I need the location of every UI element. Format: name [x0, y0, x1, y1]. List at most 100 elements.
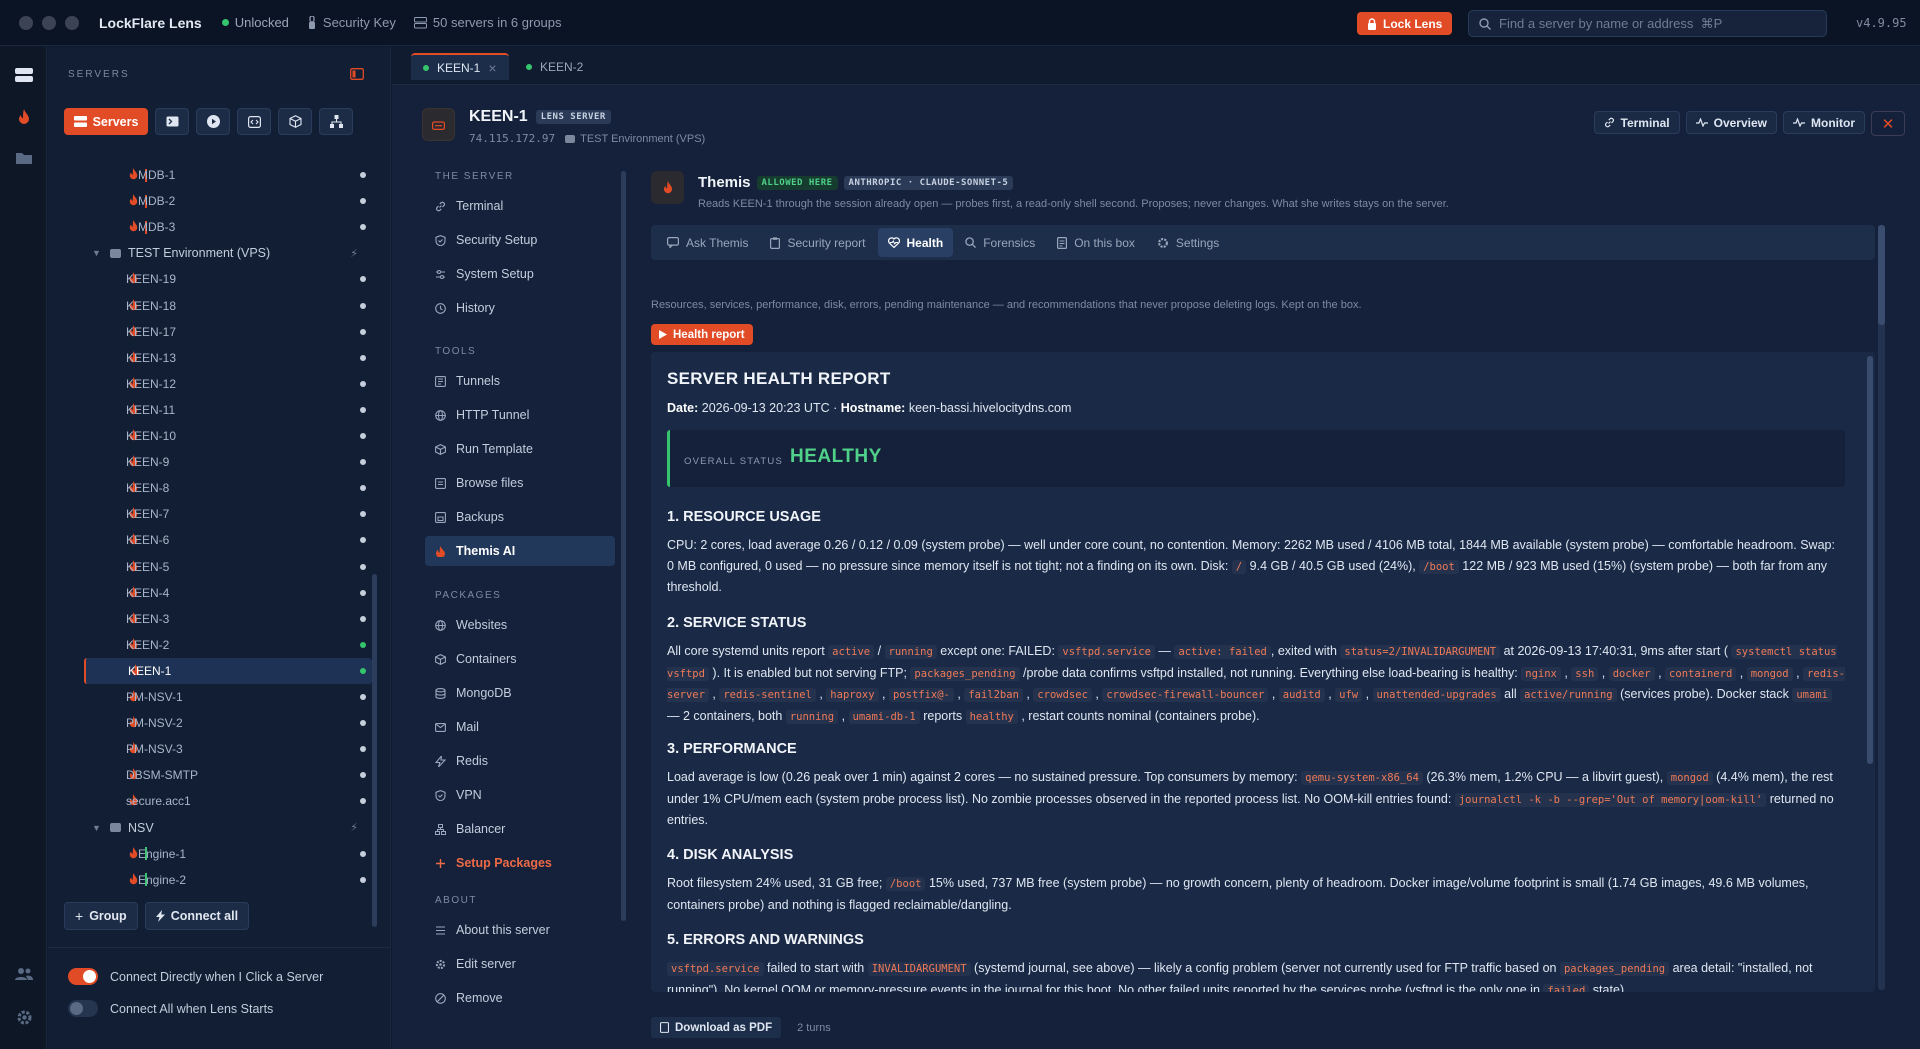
nav-item-history[interactable]: History [425, 293, 615, 323]
mode-code-button[interactable] [237, 108, 271, 135]
server-item-keen-11[interactable]: KEEN-11 [84, 397, 372, 423]
close-window-button[interactable] [19, 15, 33, 30]
tab-keen-1[interactable]: KEEN-1 × [411, 53, 509, 80]
sliders-icon [436, 269, 445, 279]
nav-item-browse-files[interactable]: Browse files [425, 468, 615, 498]
server-item-dbsm-smtp[interactable]: DBSM-SMTP [84, 762, 372, 788]
nav-item-terminal[interactable]: Terminal [425, 191, 615, 221]
connect-all-button[interactable]: Connect all [144, 902, 250, 930]
rail-files-button[interactable] [11, 145, 37, 171]
nav-item-balancer[interactable]: Balancer [425, 814, 615, 844]
bolt-icon[interactable]: ⚡ [350, 247, 358, 260]
server-item-pm-nsv-2[interactable]: PM-NSV-2 [84, 710, 372, 736]
nav-item-remove[interactable]: Remove [425, 983, 615, 1013]
tab-on-this-box[interactable]: On this box [1047, 228, 1145, 257]
mode-run-button[interactable] [196, 108, 230, 135]
chevron-down-icon[interactable]: ▼ [92, 248, 101, 258]
mode-network-button[interactable] [319, 108, 353, 135]
server-item-keen-12[interactable]: KEEN-12 [84, 371, 372, 397]
server-item-keen-3[interactable]: KEEN-3 [84, 606, 372, 632]
bolt-icon[interactable]: ⚡ [350, 821, 358, 834]
connect-on-start-toggle[interactable] [68, 1000, 98, 1017]
nav-item-vpn[interactable]: VPN [425, 780, 615, 810]
server-item-keen-17[interactable]: KEEN-17 [84, 319, 372, 345]
server-item-keen-6[interactable]: KEEN-6 [84, 527, 372, 553]
nav-item-http-tunnel[interactable]: HTTP Tunnel [425, 400, 615, 430]
nav-item-mongodb[interactable]: MongoDB [425, 678, 615, 708]
security-key-status[interactable]: Security Key [307, 15, 396, 30]
server-item-keen-10[interactable]: KEEN-10 [84, 423, 372, 449]
server-item-pm-nsv-3[interactable]: PM-NSV-3 [84, 736, 372, 762]
open-terminal-button[interactable]: Terminal [1593, 111, 1680, 134]
clock-icon [435, 302, 446, 314]
nav-item-label: About this server [456, 923, 550, 937]
collapse-sidebar-button[interactable] [350, 68, 364, 80]
server-item-keen-19[interactable]: KEEN-19 [84, 266, 372, 292]
server-item-pm-nsv-1[interactable]: PM-NSV-1 [84, 684, 372, 710]
download-pdf-button[interactable]: Download as PDF [651, 1017, 782, 1038]
server-item-keen-1[interactable]: KEEN-1 [84, 657, 372, 684]
overview-button[interactable]: Overview [1685, 111, 1777, 134]
mode-packages-button[interactable] [278, 108, 312, 135]
server-item-keen-5[interactable]: KEEN-5 [84, 554, 372, 580]
heart-pulse-icon [887, 237, 900, 248]
mode-servers-button[interactable]: Servers [64, 108, 148, 135]
connect-on-click-toggle[interactable] [68, 968, 98, 985]
server-group-nsv[interactable]: ▼ NSV ⚡ [84, 815, 372, 841]
minimize-window-button[interactable] [42, 15, 56, 30]
nav-item-themis-ai[interactable]: Themis AI [425, 536, 615, 566]
server-item-keen-2[interactable]: KEEN-2 [84, 632, 372, 658]
tab-forensics[interactable]: Forensics [955, 228, 1045, 257]
pane-scrollbar[interactable] [1878, 225, 1885, 990]
server-item-mdb-3[interactable]: MDB-3 [84, 214, 372, 240]
group-box-icon [110, 248, 121, 258]
server-item-mdb-2[interactable]: MDB-2 [84, 188, 372, 214]
server-nav-scrollbar[interactable] [621, 171, 626, 921]
monitor-button[interactable]: Monitor [1783, 111, 1865, 134]
server-item-mdb-1[interactable]: MDB-1 [84, 162, 372, 188]
server-search[interactable] [1468, 10, 1827, 37]
rail-settings-button[interactable] [11, 1004, 37, 1030]
nav-item-tunnels[interactable]: Tunnels [425, 366, 615, 396]
rail-themis-button[interactable] [11, 104, 37, 130]
health-report-button[interactable]: Health report [651, 324, 753, 345]
nav-item-containers[interactable]: Containers [425, 644, 615, 674]
server-item-secure-acc1[interactable]: secure.acc1 [84, 788, 372, 814]
server-item-keen-18[interactable]: KEEN-18 [84, 293, 372, 319]
server-item-keen-8[interactable]: KEEN-8 [84, 475, 372, 501]
tab-health[interactable]: Health [877, 228, 954, 257]
report-scrollbar[interactable] [1867, 356, 1873, 764]
chevron-down-icon[interactable]: ▼ [92, 823, 101, 833]
rail-users-button[interactable] [11, 961, 37, 987]
server-item-engine-2[interactable]: Engine-2 [84, 867, 372, 893]
maximize-window-button[interactable] [65, 15, 79, 30]
nav-item-run-template[interactable]: Run Template [425, 434, 615, 464]
nav-item-about-this-server[interactable]: About this server [425, 915, 615, 945]
server-tree-scrollbar[interactable] [372, 574, 377, 927]
search-input[interactable] [1499, 16, 1799, 31]
tab-settings[interactable]: Settings [1147, 228, 1229, 257]
server-item-keen-7[interactable]: KEEN-7 [84, 501, 372, 527]
mode-terminal-button[interactable] [155, 108, 189, 135]
tab-ask-themis[interactable]: Ask Themis [657, 228, 758, 257]
server-item-keen-9[interactable]: KEEN-9 [84, 449, 372, 475]
server-group-test-environment-vps[interactable]: ▼ TEST Environment (VPS) ⚡ [84, 240, 372, 266]
nav-item-setup-packages[interactable]: Setup Packages [425, 848, 615, 878]
server-item-keen-13[interactable]: KEEN-13 [84, 345, 372, 371]
tab-keen-2[interactable]: KEEN-2 [514, 53, 595, 80]
rail-servers-button[interactable] [11, 62, 37, 88]
nav-item-edit-server[interactable]: Edit server [425, 949, 615, 979]
nav-item-mail[interactable]: Mail [425, 712, 615, 742]
nav-item-system-setup[interactable]: System Setup [425, 259, 615, 289]
nav-item-websites[interactable]: Websites [425, 610, 615, 640]
tab-security-report[interactable]: Security report [760, 228, 875, 257]
server-item-engine-1[interactable]: Engine-1 [84, 841, 372, 867]
close-tab-icon[interactable]: × [488, 60, 496, 76]
lock-lens-button[interactable]: Lock Lens [1357, 12, 1453, 35]
nav-item-security-setup[interactable]: Security Setup [425, 225, 615, 255]
nav-item-backups[interactable]: Backups [425, 502, 615, 532]
server-item-keen-4[interactable]: KEEN-4 [84, 580, 372, 606]
disconnect-button[interactable]: ✕ [1871, 111, 1905, 136]
nav-item-redis[interactable]: Redis [425, 746, 615, 776]
add-group-button[interactable]: + Group [64, 902, 138, 930]
